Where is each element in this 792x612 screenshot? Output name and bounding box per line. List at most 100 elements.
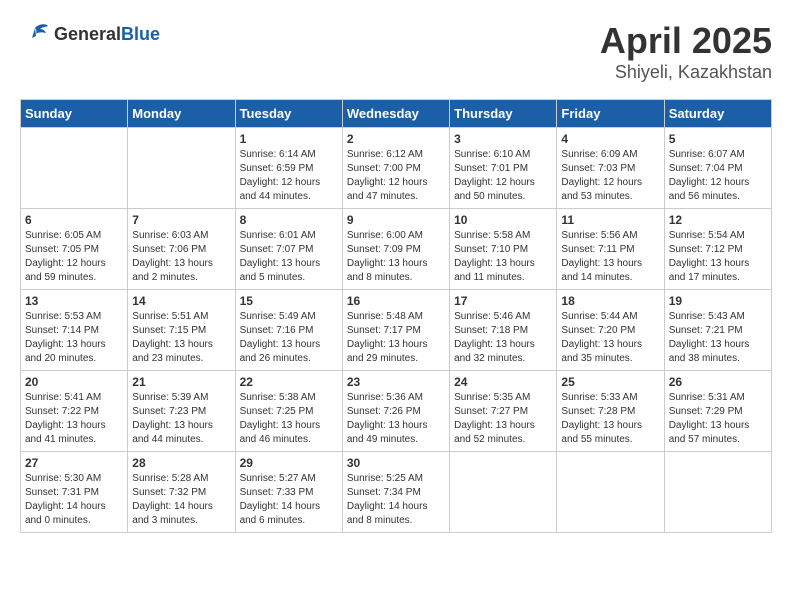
day-number: 27 [25,456,123,470]
calendar-cell [450,452,557,533]
calendar-cell: 26 Sunrise: 5:31 AM Sunset: 7:29 PM Dayli… [664,371,771,452]
calendar-cell: 1Sunrise: 6:14 AM Sunset: 6:59 PM Daylig… [235,128,342,209]
calendar-cell: 2Sunrise: 6:12 AM Sunset: 7:00 PM Daylig… [342,128,449,209]
week-row-4: 20 Sunrise: 5:41 AM Sunset: 7:22 PM Dayli… [21,371,772,452]
day-number: 25 [561,375,659,389]
logo-general: GeneralBlue [54,25,160,45]
calendar-cell: 10Sunrise: 5:58 AM Sunset: 7:10 PM Dayli… [450,209,557,290]
week-row-2: 6 Sunrise: 6:05 AM Sunset: 7:05 PM Daylig… [21,209,772,290]
day-info: Sunrise: 6:03 AM Sunset: 7:06 PM Dayligh… [132,229,230,285]
calendar-cell: 9Sunrise: 6:00 AM Sunset: 7:09 PM Daylig… [342,209,449,290]
day-number: 22 [240,375,338,389]
day-number: 21 [132,375,230,389]
day-number: 8 [240,213,338,227]
location-title: Shiyeli, Kazakhstan [600,62,772,83]
weekday-header-thursday: Thursday [450,100,557,128]
day-info: Sunrise: 5:48 AM Sunset: 7:17 PM Dayligh… [347,310,445,366]
month-title: April 2025 [600,20,772,62]
calendar-cell: 19 Sunrise: 5:43 AM Sunset: 7:21 PM Dayli… [664,290,771,371]
day-number: 11 [561,213,659,227]
weekday-header-wednesday: Wednesday [342,100,449,128]
calendar-cell: 8 Sunrise: 6:01 AM Sunset: 7:07 PM Daylig… [235,209,342,290]
day-info: Sunrise: 5:51 AM Sunset: 7:15 PM Dayligh… [132,310,230,366]
weekday-header-row: SundayMondayTuesdayWednesdayThursdayFrid… [21,100,772,128]
calendar-cell [664,452,771,533]
calendar-cell: 15Sunrise: 5:49 AM Sunset: 7:16 PM Dayli… [235,290,342,371]
day-number: 29 [240,456,338,470]
weekday-header-sunday: Sunday [21,100,128,128]
day-number: 1 [240,132,338,146]
day-info: Sunrise: 5:41 AM Sunset: 7:22 PM Dayligh… [25,391,123,447]
header: GeneralBlue April 2025 Shiyeli, Kazakhst… [20,20,772,83]
day-number: 17 [454,294,552,308]
weekday-header-friday: Friday [557,100,664,128]
day-number: 24 [454,375,552,389]
calendar-cell: 27 Sunrise: 5:30 AM Sunset: 7:31 PM Dayli… [21,452,128,533]
day-number: 2 [347,132,445,146]
day-info: Sunrise: 5:30 AM Sunset: 7:31 PM Dayligh… [25,472,123,528]
day-info: Sunrise: 5:44 AM Sunset: 7:20 PM Dayligh… [561,310,659,366]
day-info: Sunrise: 5:56 AM Sunset: 7:11 PM Dayligh… [561,229,659,285]
weekday-header-monday: Monday [128,100,235,128]
weekday-header-saturday: Saturday [664,100,771,128]
day-number: 19 [669,294,767,308]
calendar-cell: 13 Sunrise: 5:53 AM Sunset: 7:14 PM Dayli… [21,290,128,371]
day-info: Sunrise: 5:38 AM Sunset: 7:25 PM Dayligh… [240,391,338,447]
calendar-cell: 7 Sunrise: 6:03 AM Sunset: 7:06 PM Daylig… [128,209,235,290]
day-number: 16 [347,294,445,308]
day-number: 14 [132,294,230,308]
day-number: 26 [669,375,767,389]
day-info: Sunrise: 5:31 AM Sunset: 7:29 PM Dayligh… [669,391,767,447]
calendar-cell: 18 Sunrise: 5:44 AM Sunset: 7:20 PM Dayli… [557,290,664,371]
calendar-cell [21,128,128,209]
weekday-header-tuesday: Tuesday [235,100,342,128]
calendar-cell: 6 Sunrise: 6:05 AM Sunset: 7:05 PM Daylig… [21,209,128,290]
day-info: Sunrise: 6:01 AM Sunset: 7:07 PM Dayligh… [240,229,338,285]
day-info: Sunrise: 6:05 AM Sunset: 7:05 PM Dayligh… [25,229,123,285]
day-info: Sunrise: 5:36 AM Sunset: 7:26 PM Dayligh… [347,391,445,447]
day-info: Sunrise: 5:43 AM Sunset: 7:21 PM Dayligh… [669,310,767,366]
day-number: 20 [25,375,123,389]
calendar-cell: 29 Sunrise: 5:27 AM Sunset: 7:33 PM Dayli… [235,452,342,533]
day-number: 12 [669,213,767,227]
calendar-cell: 11 Sunrise: 5:56 AM Sunset: 7:11 PM Dayli… [557,209,664,290]
day-number: 18 [561,294,659,308]
day-number: 30 [347,456,445,470]
day-info: Sunrise: 5:53 AM Sunset: 7:14 PM Dayligh… [25,310,123,366]
day-info: Sunrise: 5:25 AM Sunset: 7:34 PM Dayligh… [347,472,445,528]
calendar-cell: 28 Sunrise: 5:28 AM Sunset: 7:32 PM Dayli… [128,452,235,533]
title-area: April 2025 Shiyeli, Kazakhstan [600,20,772,83]
day-number: 13 [25,294,123,308]
logo: GeneralBlue [20,20,160,50]
calendar-cell: 21 Sunrise: 5:39 AM Sunset: 7:23 PM Dayli… [128,371,235,452]
day-info: Sunrise: 5:39 AM Sunset: 7:23 PM Dayligh… [132,391,230,447]
day-number: 6 [25,213,123,227]
day-info: Sunrise: 6:00 AM Sunset: 7:09 PM Dayligh… [347,229,445,285]
calendar-cell: 12Sunrise: 5:54 AM Sunset: 7:12 PM Dayli… [664,209,771,290]
calendar-cell: 5 Sunrise: 6:07 AM Sunset: 7:04 PM Daylig… [664,128,771,209]
calendar-cell: 25 Sunrise: 5:33 AM Sunset: 7:28 PM Dayli… [557,371,664,452]
calendar-cell: 3Sunrise: 6:10 AM Sunset: 7:01 PM Daylig… [450,128,557,209]
calendar-cell: 23 Sunrise: 5:36 AM Sunset: 7:26 PM Dayli… [342,371,449,452]
calendar-cell: 20 Sunrise: 5:41 AM Sunset: 7:22 PM Dayli… [21,371,128,452]
day-info: Sunrise: 5:27 AM Sunset: 7:33 PM Dayligh… [240,472,338,528]
day-info: Sunrise: 5:58 AM Sunset: 7:10 PM Dayligh… [454,229,552,285]
day-number: 28 [132,456,230,470]
week-row-3: 13 Sunrise: 5:53 AM Sunset: 7:14 PM Dayli… [21,290,772,371]
week-row-1: 1Sunrise: 6:14 AM Sunset: 6:59 PM Daylig… [21,128,772,209]
day-info: Sunrise: 5:33 AM Sunset: 7:28 PM Dayligh… [561,391,659,447]
calendar-cell [557,452,664,533]
calendar-cell: 14 Sunrise: 5:51 AM Sunset: 7:15 PM Dayli… [128,290,235,371]
calendar-cell: 16 Sunrise: 5:48 AM Sunset: 7:17 PM Dayli… [342,290,449,371]
day-number: 7 [132,213,230,227]
calendar-cell: 17Sunrise: 5:46 AM Sunset: 7:18 PM Dayli… [450,290,557,371]
day-number: 23 [347,375,445,389]
week-row-5: 27 Sunrise: 5:30 AM Sunset: 7:31 PM Dayli… [21,452,772,533]
day-number: 5 [669,132,767,146]
day-info: Sunrise: 5:28 AM Sunset: 7:32 PM Dayligh… [132,472,230,528]
calendar-table: SundayMondayTuesdayWednesdayThursdayFrid… [20,99,772,533]
calendar-cell: 4Sunrise: 6:09 AM Sunset: 7:03 PM Daylig… [557,128,664,209]
day-info: Sunrise: 6:07 AM Sunset: 7:04 PM Dayligh… [669,148,767,204]
logo-icon [20,20,50,50]
day-info: Sunrise: 6:10 AM Sunset: 7:01 PM Dayligh… [454,148,552,204]
